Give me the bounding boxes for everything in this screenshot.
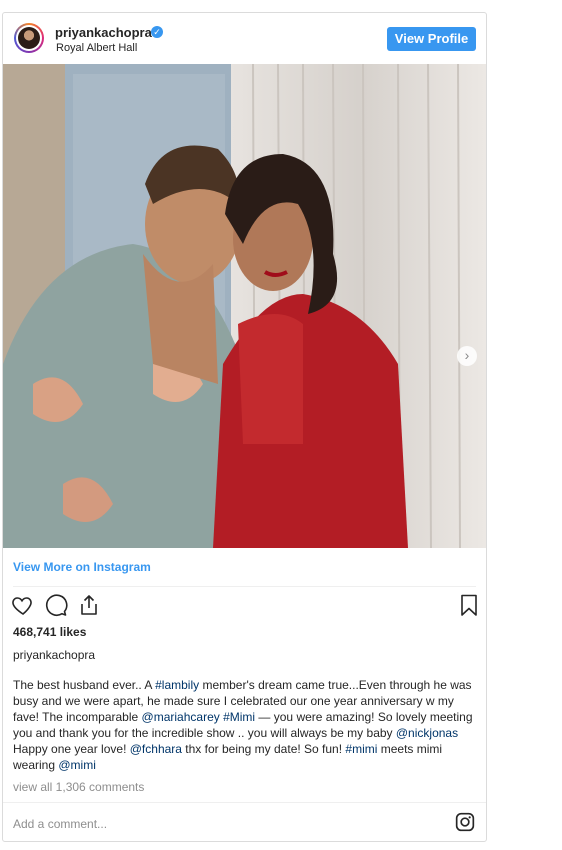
divider xyxy=(3,802,486,803)
post-header: priyankachopra ✓ Royal Albert Hall View … xyxy=(3,13,486,64)
caption-text: Happy one year love! xyxy=(13,742,130,756)
post-owner[interactable]: priyankachopra xyxy=(13,648,95,662)
caption-tag-link[interactable]: #Mimi xyxy=(223,710,255,724)
avatar[interactable] xyxy=(14,23,44,53)
share-icon[interactable] xyxy=(77,593,101,617)
photo-illustration xyxy=(3,64,486,548)
add-comment-input[interactable]: Add a comment... xyxy=(13,817,107,831)
location[interactable]: Royal Albert Hall xyxy=(56,42,137,54)
caption-tag-link[interactable]: @mimi xyxy=(58,758,96,772)
view-comments-link[interactable]: view all 1,306 comments xyxy=(13,780,144,794)
post-photo[interactable]: › xyxy=(3,64,486,548)
caption-tag-link[interactable]: #mimi xyxy=(345,742,377,756)
caption-tag-link[interactable]: @nickjonas xyxy=(396,726,458,740)
view-more-link[interactable]: View More on Instagram xyxy=(13,560,151,574)
next-photo-button[interactable]: › xyxy=(457,346,477,366)
like-count[interactable]: 468,741 likes xyxy=(13,625,86,639)
caption-tag-link[interactable]: #lambily xyxy=(155,678,199,692)
comment-icon[interactable] xyxy=(44,593,68,617)
heart-icon[interactable] xyxy=(11,593,35,617)
verified-badge-icon: ✓ xyxy=(151,26,163,38)
bookmark-icon[interactable] xyxy=(457,593,481,617)
caption-tag-link[interactable]: @mariahcarey xyxy=(142,710,220,724)
caption-text: The best husband ever.. A xyxy=(13,678,156,692)
divider xyxy=(13,586,476,587)
caption-text: thx for being my date! So fun! xyxy=(181,742,346,756)
username[interactable]: priyankachopra xyxy=(55,25,152,40)
caption-tag-link[interactable]: @fchhara xyxy=(130,742,182,756)
view-profile-button[interactable]: View Profile xyxy=(387,27,476,51)
post-caption: The best husband ever.. A #lambily membe… xyxy=(13,677,475,773)
instagram-embed-card: priyankachopra ✓ Royal Albert Hall View … xyxy=(2,12,487,842)
instagram-icon[interactable] xyxy=(455,812,475,832)
